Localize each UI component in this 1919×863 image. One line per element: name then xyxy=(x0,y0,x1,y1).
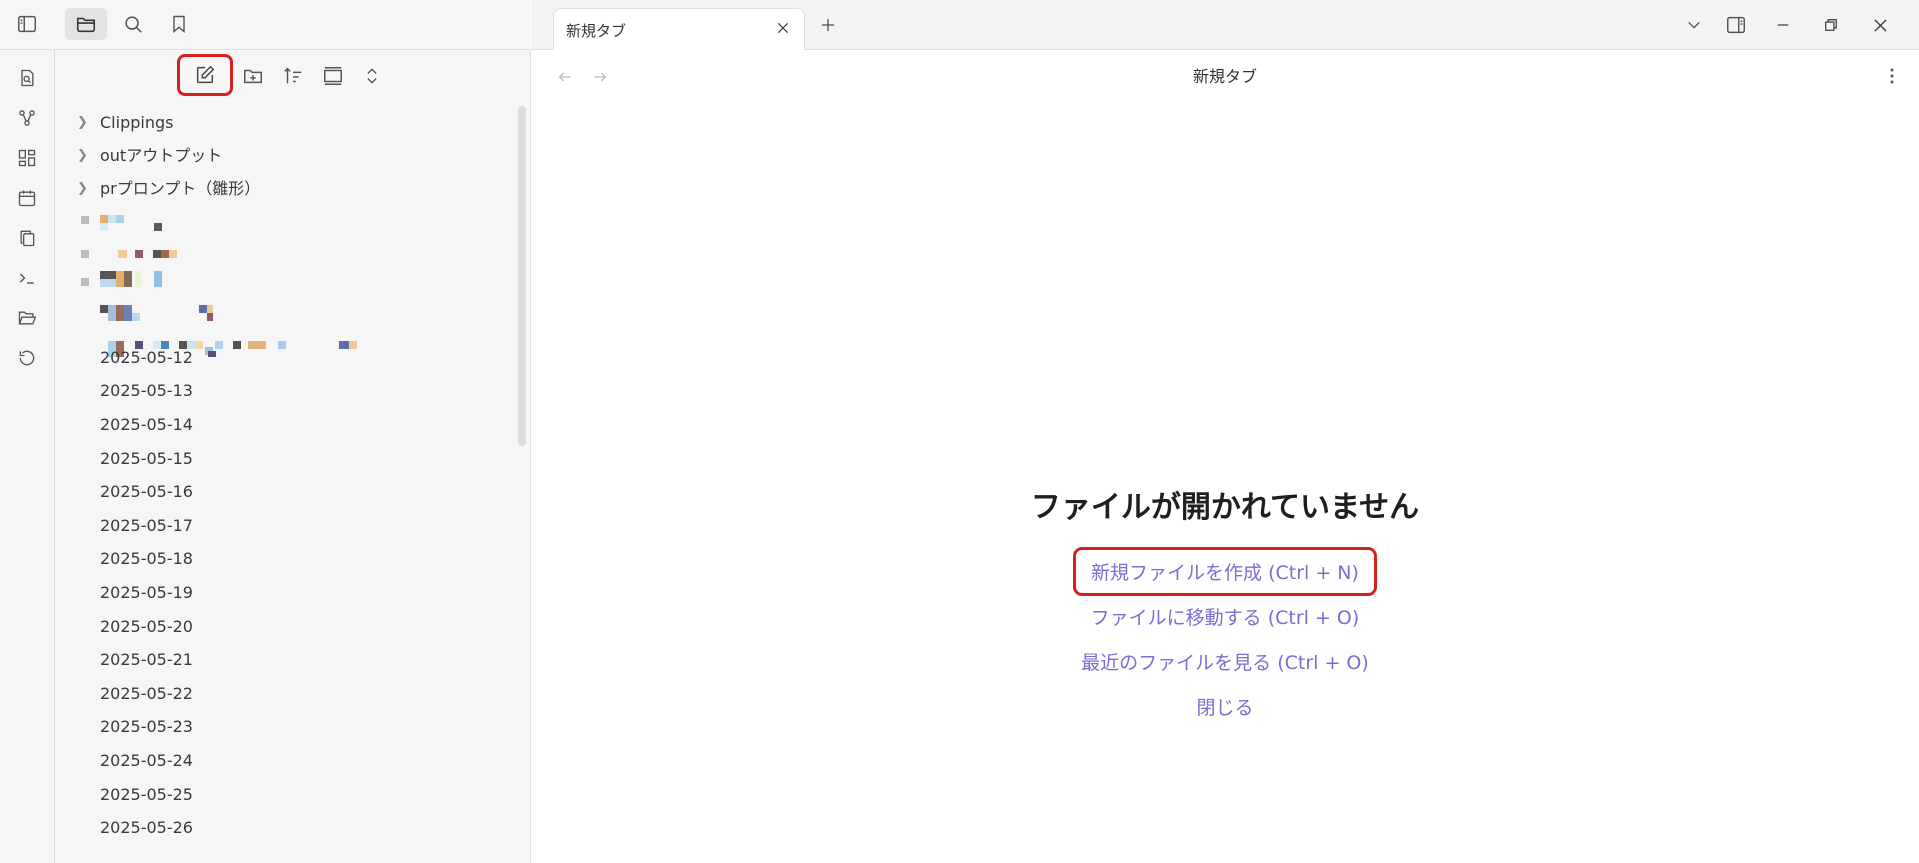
file-label: 2025-05-25 xyxy=(100,785,193,804)
more-options-icon[interactable] xyxy=(1879,62,1905,90)
close-link[interactable]: 閉じる xyxy=(531,687,1919,726)
file-label: 2025-05-21 xyxy=(100,650,193,669)
file-label: 2025-05-20 xyxy=(100,617,193,636)
sidebar-header xyxy=(0,0,530,50)
new-folder-icon[interactable] xyxy=(236,61,270,91)
chevron-right-icon: ❯ xyxy=(77,181,88,196)
right-sidebar-toggle-icon[interactable] xyxy=(1722,11,1750,39)
sort-icon[interactable] xyxy=(276,61,310,91)
empty-state-title: ファイルが開かれていません xyxy=(1030,490,1420,525)
close-tab-icon[interactable] xyxy=(772,17,794,39)
restore-icon[interactable] xyxy=(1819,13,1843,37)
open-vault-icon[interactable] xyxy=(13,304,41,332)
sidebar-toggle-icon[interactable] xyxy=(6,8,48,40)
file-label: 2025-05-16 xyxy=(100,482,193,501)
quick-switcher-icon[interactable] xyxy=(13,64,41,92)
chevron-down-icon[interactable] xyxy=(1682,13,1706,37)
main-view: 新規タブ ファイルが開かれていません 新規ファイルを作成 (Ctrl + N) … xyxy=(531,50,1919,863)
file-label: 2025-05-17 xyxy=(100,516,193,535)
file-label: 2025-05-12 xyxy=(100,348,193,367)
expand-collapse-icon[interactable] xyxy=(355,61,389,91)
folder-label: Clippings xyxy=(100,113,174,132)
go-to-file-label[interactable]: ファイルに移動する (Ctrl + O) xyxy=(1077,597,1374,636)
search-icon[interactable] xyxy=(112,8,154,40)
file-label: 2025-05-24 xyxy=(100,751,193,770)
close-label[interactable]: 閉じる xyxy=(1182,687,1267,726)
file-label: 2025-05-23 xyxy=(100,717,193,736)
file-label: 2025-05-15 xyxy=(100,449,193,468)
collapse-view-icon[interactable] xyxy=(316,61,350,91)
folder-icon[interactable] xyxy=(65,8,107,40)
tab-new-tab[interactable]: 新規タブ xyxy=(553,8,805,50)
file-label: 2025-05-14 xyxy=(100,415,193,434)
sidebar-scrollbar[interactable] xyxy=(518,106,526,446)
daily-note-icon[interactable] xyxy=(13,184,41,212)
file-label: 2025-05-19 xyxy=(100,583,193,602)
folder-label: prプロンプト（雛形） xyxy=(100,179,261,198)
templates-icon[interactable] xyxy=(13,224,41,252)
file-label: 2025-05-13 xyxy=(100,381,193,400)
tab-bar: 新規タブ xyxy=(531,0,1919,50)
create-new-file-label[interactable]: 新規ファイルを作成 (Ctrl + N) xyxy=(1073,547,1377,596)
go-to-file-link[interactable]: ファイルに移動する (Ctrl + O) xyxy=(531,597,1919,636)
file-label: 2025-05-18 xyxy=(100,549,193,568)
file-explorer: ❯ Clippings ❯ outアウトプット ❯ prプロンプト（雛形） 20… xyxy=(55,50,531,863)
tab-label: 新規タブ xyxy=(566,22,627,40)
create-new-file-link[interactable]: 新規ファイルを作成 (Ctrl + N) xyxy=(531,547,1919,596)
close-window-icon[interactable] xyxy=(1868,13,1892,37)
file-label: 2025-05-26 xyxy=(100,818,193,837)
left-ribbon xyxy=(0,50,55,863)
file-label: 2025-05-22 xyxy=(100,684,193,703)
new-tab-icon[interactable] xyxy=(816,13,840,37)
chevron-right-icon: ❯ xyxy=(77,115,88,130)
bookmark-icon[interactable] xyxy=(158,8,200,40)
canvas-icon[interactable] xyxy=(13,144,41,172)
chevron-right-icon: ❯ xyxy=(77,148,88,163)
command-palette-icon[interactable] xyxy=(13,264,41,292)
history-icon[interactable] xyxy=(13,344,41,372)
folder-label: outアウトプット xyxy=(100,146,223,165)
view-title: 新規タブ xyxy=(1192,67,1257,86)
graph-view-icon[interactable] xyxy=(13,104,41,132)
new-note-icon[interactable] xyxy=(177,54,233,96)
recent-files-label[interactable]: 最近のファイルを見る (Ctrl + O) xyxy=(1067,642,1383,681)
recent-files-link[interactable]: 最近のファイルを見る (Ctrl + O) xyxy=(531,642,1919,681)
minimize-icon[interactable] xyxy=(1771,13,1795,37)
